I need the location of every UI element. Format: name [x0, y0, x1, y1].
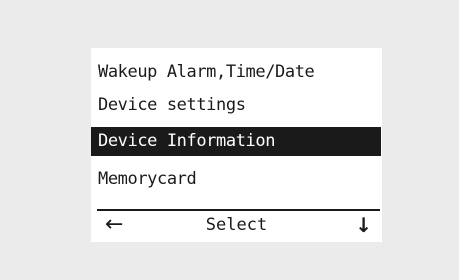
menu-item-label: Device Information [98, 131, 276, 151]
down-softkey[interactable]: ↓ [355, 211, 372, 239]
select-softkey-label: Select [205, 215, 268, 235]
menu-item-wakeup-alarm[interactable]: Wakeup Alarm,Time/Date [96, 58, 381, 87]
menu-item-memorycard[interactable]: Memorycard [96, 165, 381, 194]
select-softkey[interactable]: Select [91, 211, 382, 239]
menu-item-device-settings[interactable]: Device settings [96, 91, 381, 120]
device-display: Wakeup Alarm,Time/Date Device settings D… [91, 48, 382, 242]
menu-item-device-information[interactable]: Device Information [91, 127, 381, 156]
down-arrow-icon: ↓ [355, 213, 372, 237]
menu-item-label: Memorycard [98, 169, 197, 189]
menu-item-label: Wakeup Alarm,Time/Date [98, 62, 315, 82]
menu-item-label: Device settings [98, 95, 246, 115]
